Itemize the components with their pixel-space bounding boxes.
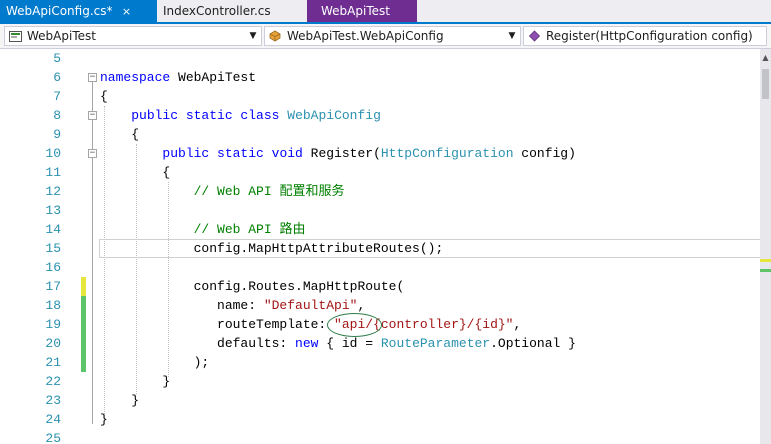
saved-change-marker <box>81 315 86 334</box>
tab-webapiconfig[interactable]: WebApiConfig.cs* × <box>0 0 157 22</box>
line-number: 10 <box>45 146 61 161</box>
code-text: public static void Register(HttpConfigur… <box>162 146 576 161</box>
code-line: 24 } <box>0 410 760 429</box>
collapse-icon[interactable]: − <box>88 73 97 82</box>
tab-webapitest[interactable]: WebApiTest <box>307 0 417 22</box>
code-line: 10 − public static void Register(HttpCon… <box>0 144 760 163</box>
method-icon <box>528 30 541 42</box>
tab-label: IndexController.cs <box>163 4 271 18</box>
line-number: 16 <box>45 260 61 275</box>
code-line: 7 { <box>0 87 760 106</box>
line-number: 12 <box>45 184 61 199</box>
code-text: ); <box>100 355 210 370</box>
annotation-circle <box>327 313 382 337</box>
line-number: 22 <box>45 374 61 389</box>
line-number: 23 <box>45 393 61 408</box>
code-line: 17 config.Routes.MapHttpRoute( <box>0 277 760 296</box>
project-dropdown[interactable]: WebApiTest ▼ <box>4 26 262 46</box>
member-name: Register(HttpConfiguration config) <box>546 29 753 43</box>
type-name: WebApiTest.WebApiConfig <box>287 29 444 43</box>
code-line: 22 } <box>0 372 760 391</box>
line-number: 21 <box>45 355 61 370</box>
code-text: } <box>100 374 171 389</box>
scrollbar-change-marker <box>760 269 771 272</box>
scroll-up-arrow-icon[interactable]: ▲ <box>761 53 770 62</box>
code-line: 20 defaults: new { id = RouteParameter.O… <box>0 334 760 353</box>
collapse-icon[interactable]: − <box>88 149 97 158</box>
code-text: public static class WebApiConfig <box>131 108 381 123</box>
chevron-down-icon: ▼ <box>508 31 516 41</box>
scrollbar-thumb[interactable] <box>762 69 769 99</box>
code-line: 5 <box>0 49 760 68</box>
line-number: 9 <box>53 127 61 142</box>
csharp-project-icon <box>9 31 22 42</box>
code-text: // Web API 路由 <box>193 222 306 237</box>
code-text: name: "DefaultApi", <box>100 298 366 313</box>
close-icon[interactable]: × <box>121 1 133 23</box>
line-number: 17 <box>45 279 61 294</box>
line-number: 18 <box>45 298 61 313</box>
code-text: } <box>100 412 108 427</box>
code-line: 21 ); <box>0 353 760 372</box>
code-text: { <box>100 127 140 142</box>
code-line: 6 − namespace WebApiTest <box>0 68 760 87</box>
type-dropdown[interactable]: WebApiTest.WebApiConfig ▼ <box>264 26 521 46</box>
code-text: { <box>100 89 108 104</box>
current-code-line: 15 config.MapHttpAttributeRoutes(); <box>0 239 761 258</box>
line-number: 8 <box>53 108 61 123</box>
code-editor[interactable]: 5 6 − namespace WebApiTest 7 { 8 − publi… <box>0 49 761 444</box>
code-text: namespace WebApiTest <box>100 70 257 85</box>
tab-label: WebApiTest <box>321 4 390 18</box>
navigation-bar: WebApiTest ▼ WebApiTest.WebApiConfig ▼ R… <box>0 24 771 49</box>
code-text: routeTemplate: "api/{controller}/{id}", <box>100 317 522 332</box>
code-text: defaults: new { id = RouteParameter.Opti… <box>100 336 576 351</box>
project-name: WebApiTest <box>27 29 96 43</box>
unsaved-change-marker <box>81 277 86 296</box>
class-icon <box>269 30 281 42</box>
line-number: 5 <box>53 51 61 66</box>
code-text: } <box>100 393 140 408</box>
chevron-down-icon: ▼ <box>249 31 257 41</box>
line-number: 11 <box>45 165 61 180</box>
code-line: 25 <box>0 429 760 444</box>
code-line: 11 { <box>0 163 760 182</box>
line-number: 24 <box>45 412 61 427</box>
code-line: 23 } <box>0 391 760 410</box>
code-line: 9 { <box>0 125 760 144</box>
line-number: 25 <box>45 431 61 444</box>
saved-change-marker <box>81 334 86 353</box>
code-line: 12 // Web API 配置和服务 <box>0 182 760 201</box>
tab-label: WebApiConfig.cs* <box>6 4 113 18</box>
code-text: // Web API 配置和服务 <box>193 184 345 199</box>
saved-change-marker <box>81 353 86 372</box>
code-text: config.MapHttpAttributeRoutes(); <box>100 241 444 256</box>
code-text: { <box>100 165 171 180</box>
code-line: 13 <box>0 201 760 220</box>
line-number: 7 <box>53 89 61 104</box>
line-number: 13 <box>45 203 61 218</box>
code-line: 14 // Web API 路由 <box>0 220 760 239</box>
line-number: 15 <box>45 241 61 256</box>
vertical-scrollbar[interactable]: ▲ <box>760 49 771 444</box>
collapse-icon[interactable]: − <box>88 111 97 120</box>
line-number: 14 <box>45 222 61 237</box>
code-line: 18 name: "DefaultApi", <box>0 296 760 315</box>
document-tab-bar: WebApiConfig.cs* × IndexController.cs Web… <box>0 0 771 24</box>
line-number: 6 <box>53 70 61 85</box>
tab-indexcontroller[interactable]: IndexController.cs <box>157 0 307 22</box>
saved-change-marker <box>81 296 86 315</box>
line-number: 20 <box>45 336 61 351</box>
member-dropdown[interactable]: Register(HttpConfiguration config) <box>523 26 767 46</box>
code-text: config.Routes.MapHttpRoute( <box>100 279 405 294</box>
code-line: 16 <box>0 258 760 277</box>
line-number: 19 <box>45 317 61 332</box>
code-line: 8 − public static class WebApiConfig <box>0 106 760 125</box>
scrollbar-change-marker <box>760 259 771 262</box>
